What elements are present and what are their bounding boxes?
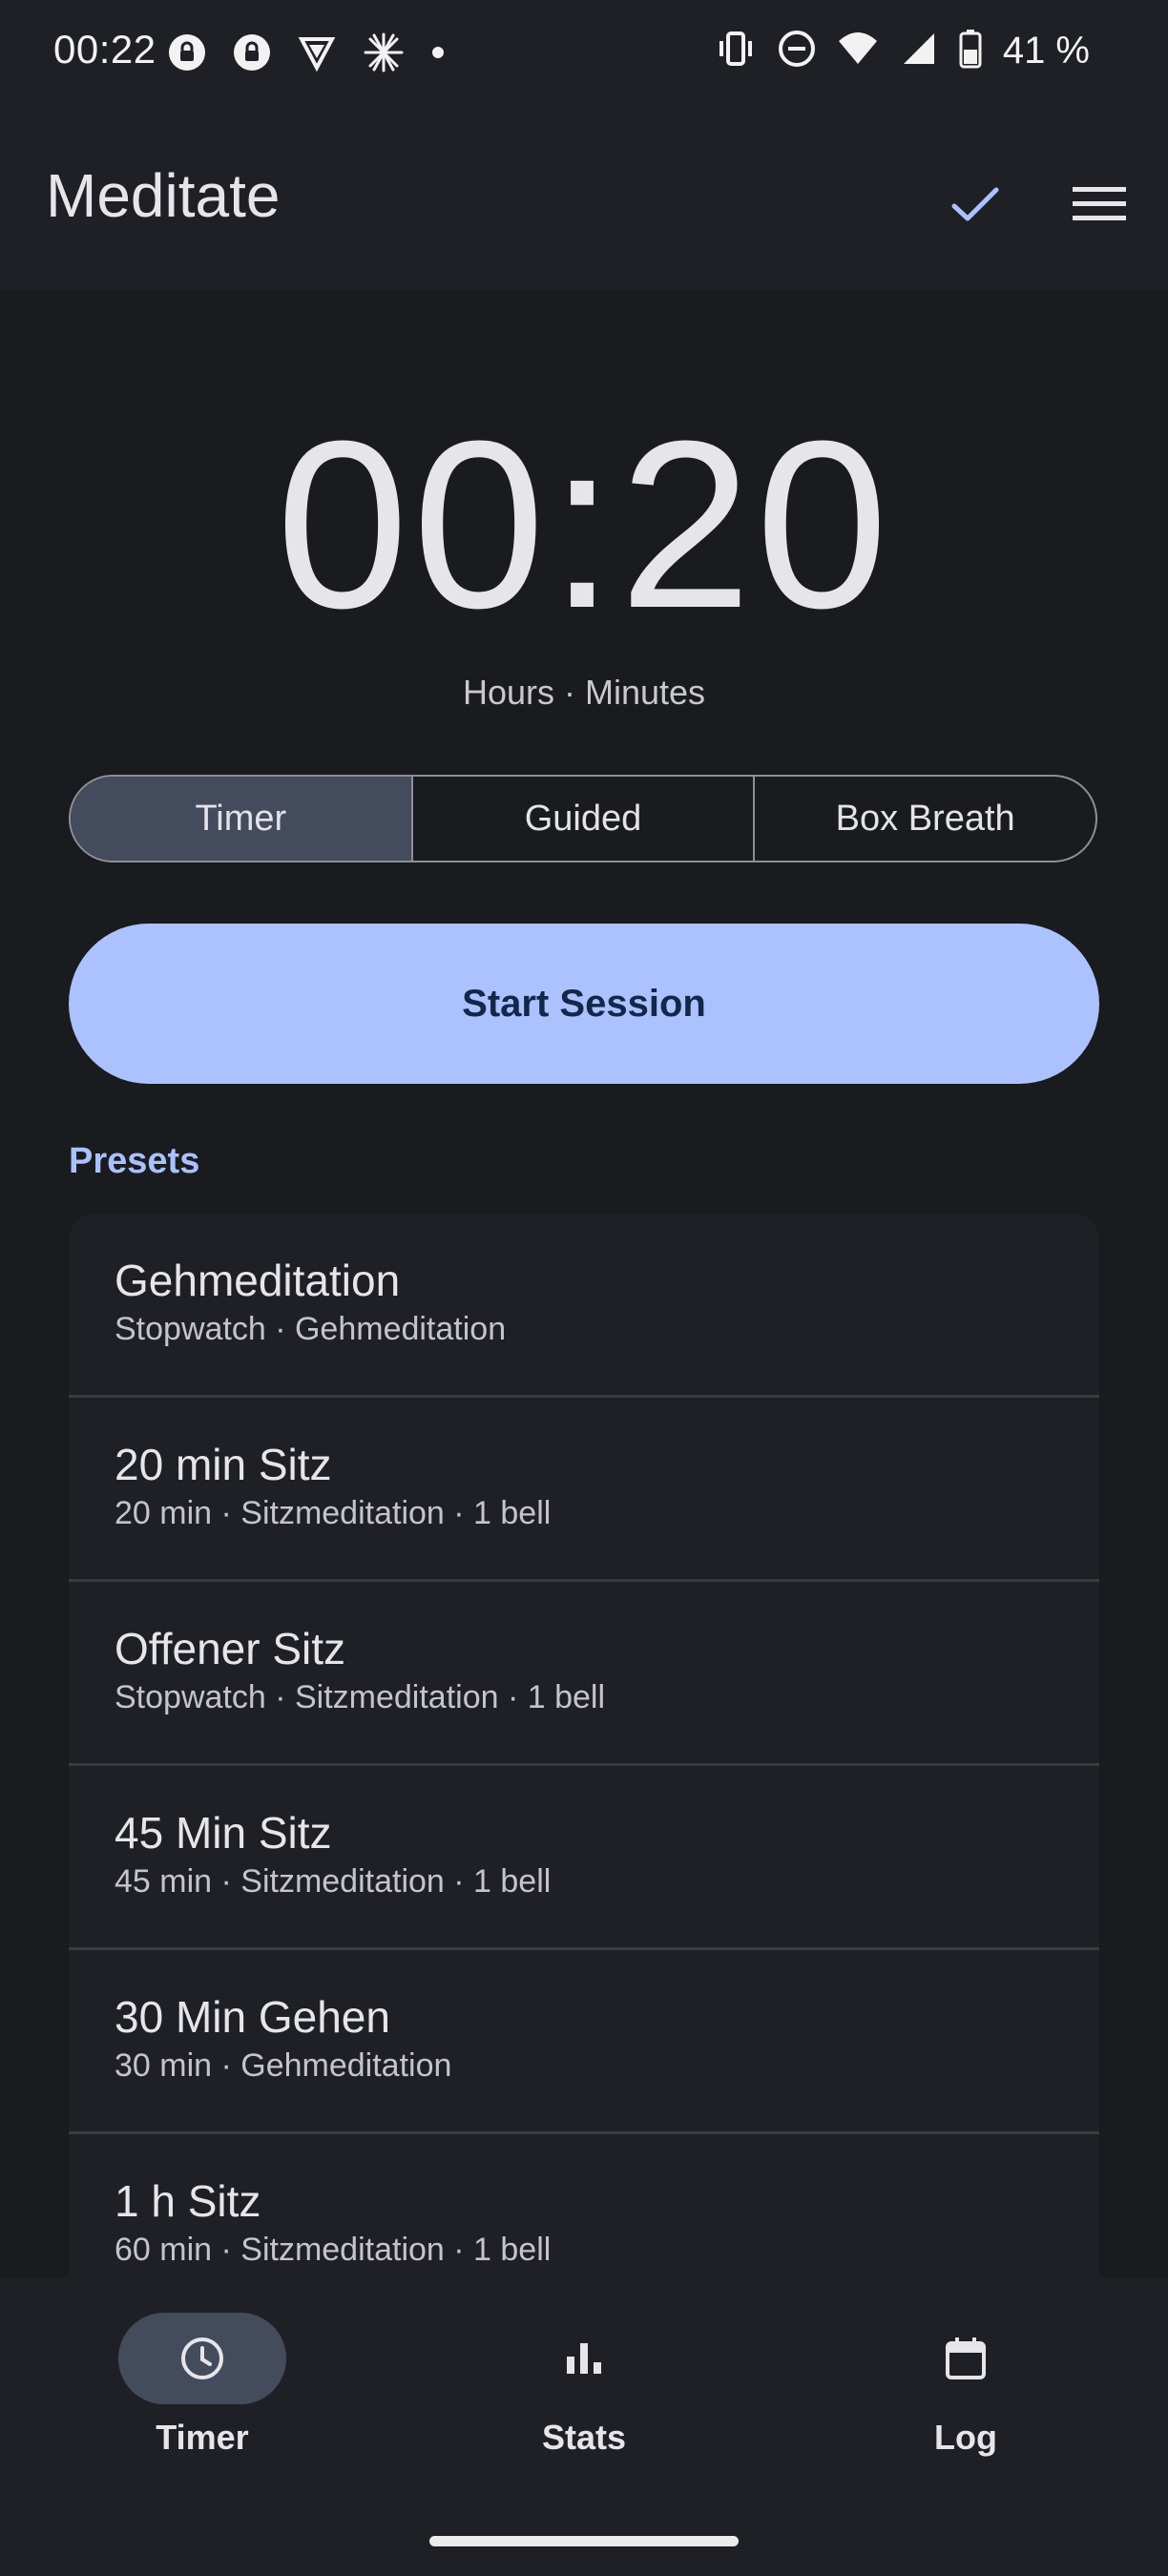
- mode-tab-guided[interactable]: Guided: [413, 777, 756, 861]
- nav-tab-log[interactable]: Log: [823, 2313, 1109, 2458]
- mode-tab-timer[interactable]: Timer: [71, 777, 413, 861]
- check-button[interactable]: [945, 174, 1006, 235]
- preset-item[interactable]: Offener Sitz Stopwatch · Sitzmeditation …: [69, 1582, 1099, 1766]
- bar-chart-icon: [567, 2343, 601, 2374]
- preset-title: Offener Sitz: [115, 1624, 346, 1673]
- preset-item[interactable]: Gehmeditation Stopwatch · Gehmeditation: [69, 1214, 1099, 1398]
- vpn-shield-icon: [298, 33, 336, 76]
- mode-tab-box-breath[interactable]: Box Breath: [755, 777, 1095, 861]
- status-bar: 00:22 41 %: [0, 0, 1168, 105]
- preset-title: 45 Min Sitz: [115, 1808, 332, 1858]
- preset-subtitle: Stopwatch · Gehmeditation: [115, 1311, 507, 1347]
- cell-signal-icon: [900, 30, 938, 73]
- preset-title: 20 min Sitz: [115, 1440, 332, 1489]
- vibrate-icon: [715, 30, 757, 73]
- preset-title: 1 h Sitz: [115, 2176, 261, 2226]
- asterisk-icon: [363, 31, 405, 78]
- preset-title: Gehmeditation: [115, 1256, 401, 1305]
- presets-list: Gehmeditation Stopwatch · Gehmeditation …: [69, 1214, 1099, 2280]
- check-icon: [951, 187, 999, 221]
- preset-subtitle: 20 min · Sitzmeditation · 1 bell: [115, 1495, 552, 1531]
- battery-icon: [959, 29, 982, 73]
- home-indicator[interactable]: [429, 2536, 739, 2546]
- timer-display[interactable]: 00:20: [0, 401, 1168, 649]
- preset-item[interactable]: 1 h Sitz 60 min · Sitzmeditation · 1 bel…: [69, 2134, 1099, 2280]
- timer-units-label: Hours · Minutes: [462, 673, 706, 712]
- notification-dot-icon: [431, 46, 445, 64]
- preset-title: 30 Min Gehen: [115, 1992, 390, 2042]
- nav-tab-stats[interactable]: Stats: [441, 2313, 727, 2458]
- preset-item[interactable]: 20 min Sitz 20 min · Sitzmeditation · 1 …: [69, 1398, 1099, 1582]
- mode-selector: Timer Guided Box Breath: [69, 775, 1097, 862]
- lock-notification-icon: [168, 33, 206, 76]
- preset-item[interactable]: 30 Min Gehen 30 min · Gehmeditation: [69, 1950, 1099, 2134]
- nav-label-timer: Timer: [156, 2418, 249, 2457]
- app-bar: Meditate: [0, 105, 1168, 290]
- lock-notification-icon-2: [233, 33, 271, 76]
- nav-label-log: Log: [934, 2418, 997, 2457]
- hamburger-menu-icon: [1073, 187, 1126, 220]
- start-session-button[interactable]: Start Session: [69, 924, 1099, 1084]
- calendar-icon: [946, 2337, 986, 2379]
- status-time: 00:22: [53, 27, 156, 72]
- battery-percentage: 41 %: [1002, 30, 1090, 72]
- menu-button[interactable]: [1069, 174, 1130, 235]
- presets-heading: Presets: [69, 1141, 200, 1181]
- preset-subtitle: 30 min · Gehmeditation: [115, 2047, 452, 2084]
- do-not-disturb-icon: [778, 30, 816, 73]
- preset-subtitle: Stopwatch · Sitzmeditation · 1 bell: [115, 1679, 606, 1715]
- preset-item[interactable]: 45 Min Sitz 45 min · Sitzmeditation · 1 …: [69, 1766, 1099, 1950]
- page-title: Meditate: [46, 161, 281, 230]
- wifi-icon: [837, 30, 879, 73]
- preset-subtitle: 60 min · Sitzmeditation · 1 bell: [115, 2232, 552, 2268]
- nav-label-stats: Stats: [541, 2418, 627, 2457]
- bottom-navigation: Timer Stats Log: [0, 2278, 1168, 2576]
- preset-subtitle: 45 min · Sitzmeditation · 1 bell: [115, 1863, 552, 1900]
- nav-tab-timer[interactable]: Timer: [59, 2313, 345, 2458]
- clock-icon: [181, 2337, 223, 2379]
